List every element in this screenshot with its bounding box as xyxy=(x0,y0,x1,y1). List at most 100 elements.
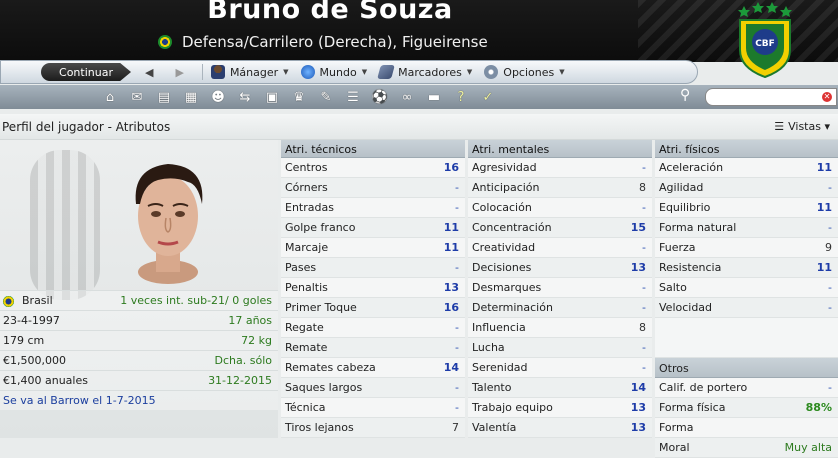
player-info-panel: Brasil 1 veces int. sub-21/ 0 goles 23-4… xyxy=(0,140,278,438)
manager-icon xyxy=(210,65,225,79)
calendar-icon[interactable]: ▦ xyxy=(181,87,201,107)
attr-label: Marcaje xyxy=(285,241,329,254)
attribute-row: Pases - xyxy=(281,258,465,278)
attr-value: 13 xyxy=(443,281,459,294)
attr-label: Influencia xyxy=(472,321,526,334)
attr-label: Aceleración xyxy=(659,161,724,174)
attribute-row: Agresividad - xyxy=(468,158,652,178)
trophy-icon[interactable]: ♛ xyxy=(289,87,309,107)
bookmark-icon xyxy=(377,65,395,79)
attr-value: 7 xyxy=(452,421,459,434)
tactics-icon[interactable]: ▣ xyxy=(262,87,282,107)
back-arrow-icon[interactable]: ◀ xyxy=(145,66,153,79)
attr-label: Moral xyxy=(659,441,690,454)
inbox-icon[interactable]: ✉ xyxy=(127,87,147,107)
attribute-row: Moral Muy alta xyxy=(655,438,838,458)
feedback-icon[interactable]: ✓ xyxy=(478,87,498,107)
crest-label: CBF xyxy=(755,39,775,49)
attribute-row: Valentía 13 xyxy=(468,418,652,438)
attr-label: Agresividad xyxy=(472,161,537,174)
attr-value: - xyxy=(455,381,459,394)
national-team-crest-icon[interactable]: CBF xyxy=(734,2,796,78)
attribute-row: Agilidad - xyxy=(655,178,838,198)
nav-separator xyxy=(201,64,203,80)
attr-value: 15 xyxy=(630,221,646,234)
attr-value: - xyxy=(828,221,832,234)
attr-value: - xyxy=(455,181,459,194)
finance-icon[interactable]: ✎ xyxy=(316,87,336,107)
attribute-row: Trabajo equipo 13 xyxy=(468,398,652,418)
attr-value: 11 xyxy=(443,221,459,234)
nav-manager-menu[interactable]: Mánager ▼ xyxy=(210,65,289,79)
international-caps: 1 veces int. sub-21/ 0 goles xyxy=(120,294,272,307)
attribute-row: Forma xyxy=(655,418,838,438)
attr-label: Calif. de portero xyxy=(659,381,748,394)
attr-label: Centros xyxy=(285,161,328,174)
attr-value: 14 xyxy=(443,361,459,374)
info-row-body: 179 cm 72 kg xyxy=(0,330,278,350)
attr-label: Penaltis xyxy=(285,281,328,294)
birth-date: 23-4-1997 xyxy=(3,314,60,327)
clipboard-icon[interactable]: ☰ xyxy=(343,87,363,107)
help-icon[interactable]: ? xyxy=(451,87,471,107)
attr-value: - xyxy=(642,281,646,294)
attr-value: 8 xyxy=(639,181,646,194)
home-icon[interactable]: ⌂ xyxy=(100,87,120,107)
attribute-row: Córners - xyxy=(281,178,465,198)
physical-spacer xyxy=(655,318,838,358)
nav-bookmarks-menu[interactable]: Marcadores ▼ xyxy=(377,65,473,79)
nationality-cell: Brasil xyxy=(3,294,53,307)
attribute-row: Remates cabeza 14 xyxy=(281,358,465,378)
attribute-row: Influencia 8 xyxy=(468,318,652,338)
nationality[interactable]: Brasil xyxy=(22,294,53,307)
clear-search-icon[interactable]: ✕ xyxy=(822,92,832,102)
attr-value: - xyxy=(455,321,459,334)
mental-attributes: Atri. mentales Agresividad - Anticipación… xyxy=(468,140,652,438)
technical-attributes: Atri. técnicos Centros 16 Córners - Entrad… xyxy=(281,140,465,438)
squad-icon[interactable]: ▤ xyxy=(154,87,174,107)
attr-value: - xyxy=(455,261,459,274)
info-row-value: €1,500,000 Dcha. sólo xyxy=(0,350,278,370)
scouting-icon[interactable]: ∞ xyxy=(397,87,417,107)
player-portrait xyxy=(135,164,203,284)
attribute-row: Remate - xyxy=(281,338,465,358)
attribute-row: Decisiones 13 xyxy=(468,258,652,278)
player-position-club[interactable]: Defensa/Carrilero (Derecha), Figueirense xyxy=(182,33,488,51)
search-icon[interactable]: ⚲ xyxy=(680,87,690,103)
search-input[interactable]: ✕ xyxy=(705,88,837,106)
transfers-icon[interactable]: ⇆ xyxy=(235,87,255,107)
continue-button[interactable]: Continuar xyxy=(41,63,131,81)
staff-icon[interactable]: ☻ xyxy=(208,87,228,107)
cards-icon[interactable]: ▬ xyxy=(424,87,444,107)
attribute-row: Técnica - xyxy=(281,398,465,418)
attr-label: Remate xyxy=(285,341,328,354)
attr-label: Remates cabeza xyxy=(285,361,376,374)
attribute-row: Talento 14 xyxy=(468,378,652,398)
attr-value: - xyxy=(642,301,646,314)
attribute-row: Regate - xyxy=(281,318,465,338)
attr-value: - xyxy=(642,241,646,254)
forward-arrow-icon[interactable]: ▶ xyxy=(175,66,183,79)
attr-label: Equilibrio xyxy=(659,201,711,214)
attr-value: 13 xyxy=(630,421,646,434)
attr-value: Muy alta xyxy=(784,441,832,454)
physical-attributes-header: Atri. físicos xyxy=(655,140,838,158)
attr-value: - xyxy=(642,161,646,174)
chevron-down-icon: ▼ xyxy=(466,68,473,76)
training-icon[interactable]: ⚽ xyxy=(370,87,390,107)
attr-value: 11 xyxy=(816,161,832,174)
views-button[interactable]: ☰ Vistas ▾ xyxy=(774,120,830,133)
attr-value: 16 xyxy=(443,301,459,314)
player-header: Bruno de Souza Defensa/Carrilero (Derech… xyxy=(0,0,838,78)
weight: 72 kg xyxy=(241,334,272,347)
chevron-down-icon: ▼ xyxy=(361,68,368,76)
nav-options-menu[interactable]: Opciones ▼ xyxy=(484,65,565,79)
attr-label: Forma natural xyxy=(659,221,737,234)
attribute-row: Anticipación 8 xyxy=(468,178,652,198)
attr-label: Trabajo equipo xyxy=(472,401,553,414)
club-badge-background xyxy=(30,150,100,300)
nav-world-menu[interactable]: Mundo ▼ xyxy=(300,65,368,79)
attr-label: Agilidad xyxy=(659,181,704,194)
wage: €1,400 anuales xyxy=(3,374,88,387)
future-transfer-link[interactable]: Se va al Barrow el 1-7-2015 xyxy=(3,394,156,407)
